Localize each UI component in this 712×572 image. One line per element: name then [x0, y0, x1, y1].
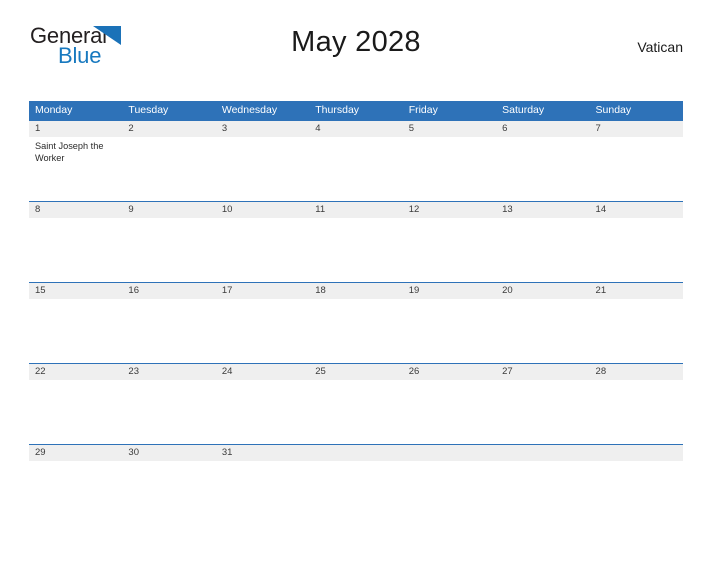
weekday-header-tuesday: Tuesday [128, 104, 169, 116]
day-cell [496, 461, 589, 477]
day-cell[interactable] [122, 299, 215, 363]
day-cell[interactable] [496, 137, 589, 201]
day-cell[interactable] [29, 299, 122, 363]
week-date-band: 22 23 24 25 26 27 28 [29, 363, 683, 380]
day-cell[interactable] [309, 137, 402, 201]
weekday-header-monday: Monday [35, 104, 73, 116]
date-number[interactable]: 3 [216, 121, 309, 137]
date-number[interactable]: 9 [122, 202, 215, 218]
week-row: 22 23 24 25 26 27 28 [29, 363, 683, 444]
day-cell[interactable] [309, 299, 402, 363]
weekday-header-row: Monday Tuesday Wednesday Thursday Friday… [29, 101, 683, 120]
weekday-header-sunday: Sunday [595, 104, 632, 116]
date-number[interactable]: 17 [216, 283, 309, 299]
week-date-band: 8 9 10 11 12 13 14 [29, 201, 683, 218]
day-cell[interactable] [216, 380, 309, 444]
week-row: 1 2 3 4 5 6 7 Saint Joseph the Worker [29, 120, 683, 201]
date-number [496, 445, 589, 461]
day-cell[interactable] [309, 218, 402, 282]
date-number[interactable]: 27 [496, 364, 589, 380]
date-number[interactable]: 12 [403, 202, 496, 218]
date-number[interactable]: 15 [29, 283, 122, 299]
day-cell[interactable] [122, 218, 215, 282]
day-cell [309, 461, 402, 477]
date-number[interactable]: 24 [216, 364, 309, 380]
date-number[interactable]: 14 [590, 202, 683, 218]
day-cell[interactable] [590, 218, 683, 282]
region-label: Vatican [637, 39, 683, 55]
date-number [403, 445, 496, 461]
day-cell[interactable] [29, 218, 122, 282]
date-number [309, 445, 402, 461]
day-cell[interactable] [403, 137, 496, 201]
day-cell[interactable] [403, 218, 496, 282]
week-event-row [29, 380, 683, 444]
date-number[interactable]: 23 [122, 364, 215, 380]
day-cell [403, 461, 496, 477]
date-number[interactable]: 19 [403, 283, 496, 299]
date-number[interactable]: 1 [29, 121, 122, 137]
week-event-row [29, 218, 683, 282]
date-number [590, 445, 683, 461]
date-number[interactable]: 11 [309, 202, 402, 218]
day-cell[interactable] [590, 137, 683, 201]
date-number[interactable]: 26 [403, 364, 496, 380]
week-date-band: 29 30 31 [29, 444, 683, 461]
week-row: 29 30 31 [29, 444, 683, 477]
day-cell[interactable] [29, 461, 122, 477]
day-cell[interactable] [216, 137, 309, 201]
day-cell [590, 461, 683, 477]
event-text: Saint Joseph the Worker [35, 141, 104, 163]
date-number[interactable]: 8 [29, 202, 122, 218]
date-number[interactable]: 13 [496, 202, 589, 218]
day-cell[interactable] [122, 461, 215, 477]
week-event-row [29, 461, 683, 477]
weekday-header-wednesday: Wednesday [221, 104, 278, 116]
day-cell[interactable] [590, 380, 683, 444]
date-number[interactable]: 10 [216, 202, 309, 218]
day-cell[interactable] [122, 137, 215, 201]
date-number[interactable]: 20 [496, 283, 589, 299]
day-cell[interactable] [496, 380, 589, 444]
week-row: 8 9 10 11 12 13 14 [29, 201, 683, 282]
day-cell[interactable] [309, 380, 402, 444]
week-event-row [29, 299, 683, 363]
weekday-header-thursday: Thursday [315, 104, 360, 116]
date-number[interactable]: 2 [122, 121, 215, 137]
day-cell[interactable] [216, 461, 309, 477]
date-number[interactable]: 25 [309, 364, 402, 380]
date-number[interactable]: 29 [29, 445, 122, 461]
date-number[interactable]: 6 [496, 121, 589, 137]
date-number[interactable]: 16 [122, 283, 215, 299]
day-cell[interactable] [29, 380, 122, 444]
date-number[interactable]: 4 [309, 121, 402, 137]
day-cell[interactable] [216, 299, 309, 363]
day-cell[interactable] [496, 218, 589, 282]
weekday-header-friday: Friday [408, 104, 438, 116]
page-header: General Blue May 2028 Vatican [29, 22, 683, 74]
weekday-header-saturday: Saturday [502, 104, 545, 116]
day-cell[interactable] [122, 380, 215, 444]
calendar-grid: Monday Tuesday Wednesday Thursday Friday… [29, 101, 683, 477]
date-number[interactable]: 22 [29, 364, 122, 380]
day-cell[interactable]: Saint Joseph the Worker [29, 137, 122, 201]
date-number[interactable]: 30 [122, 445, 215, 461]
date-number[interactable]: 21 [590, 283, 683, 299]
day-cell[interactable] [403, 299, 496, 363]
day-cell[interactable] [590, 299, 683, 363]
date-number[interactable]: 28 [590, 364, 683, 380]
date-number[interactable]: 31 [216, 445, 309, 461]
week-date-band: 1 2 3 4 5 6 7 [29, 120, 683, 137]
week-row: 15 16 17 18 19 20 21 [29, 282, 683, 363]
week-date-band: 15 16 17 18 19 20 21 [29, 282, 683, 299]
day-cell[interactable] [403, 380, 496, 444]
date-number[interactable]: 5 [403, 121, 496, 137]
week-event-row: Saint Joseph the Worker [29, 137, 683, 201]
day-cell[interactable] [496, 299, 589, 363]
day-cell[interactable] [216, 218, 309, 282]
date-number[interactable]: 18 [309, 283, 402, 299]
date-number[interactable]: 7 [590, 121, 683, 137]
page-title: May 2028 [291, 26, 421, 58]
